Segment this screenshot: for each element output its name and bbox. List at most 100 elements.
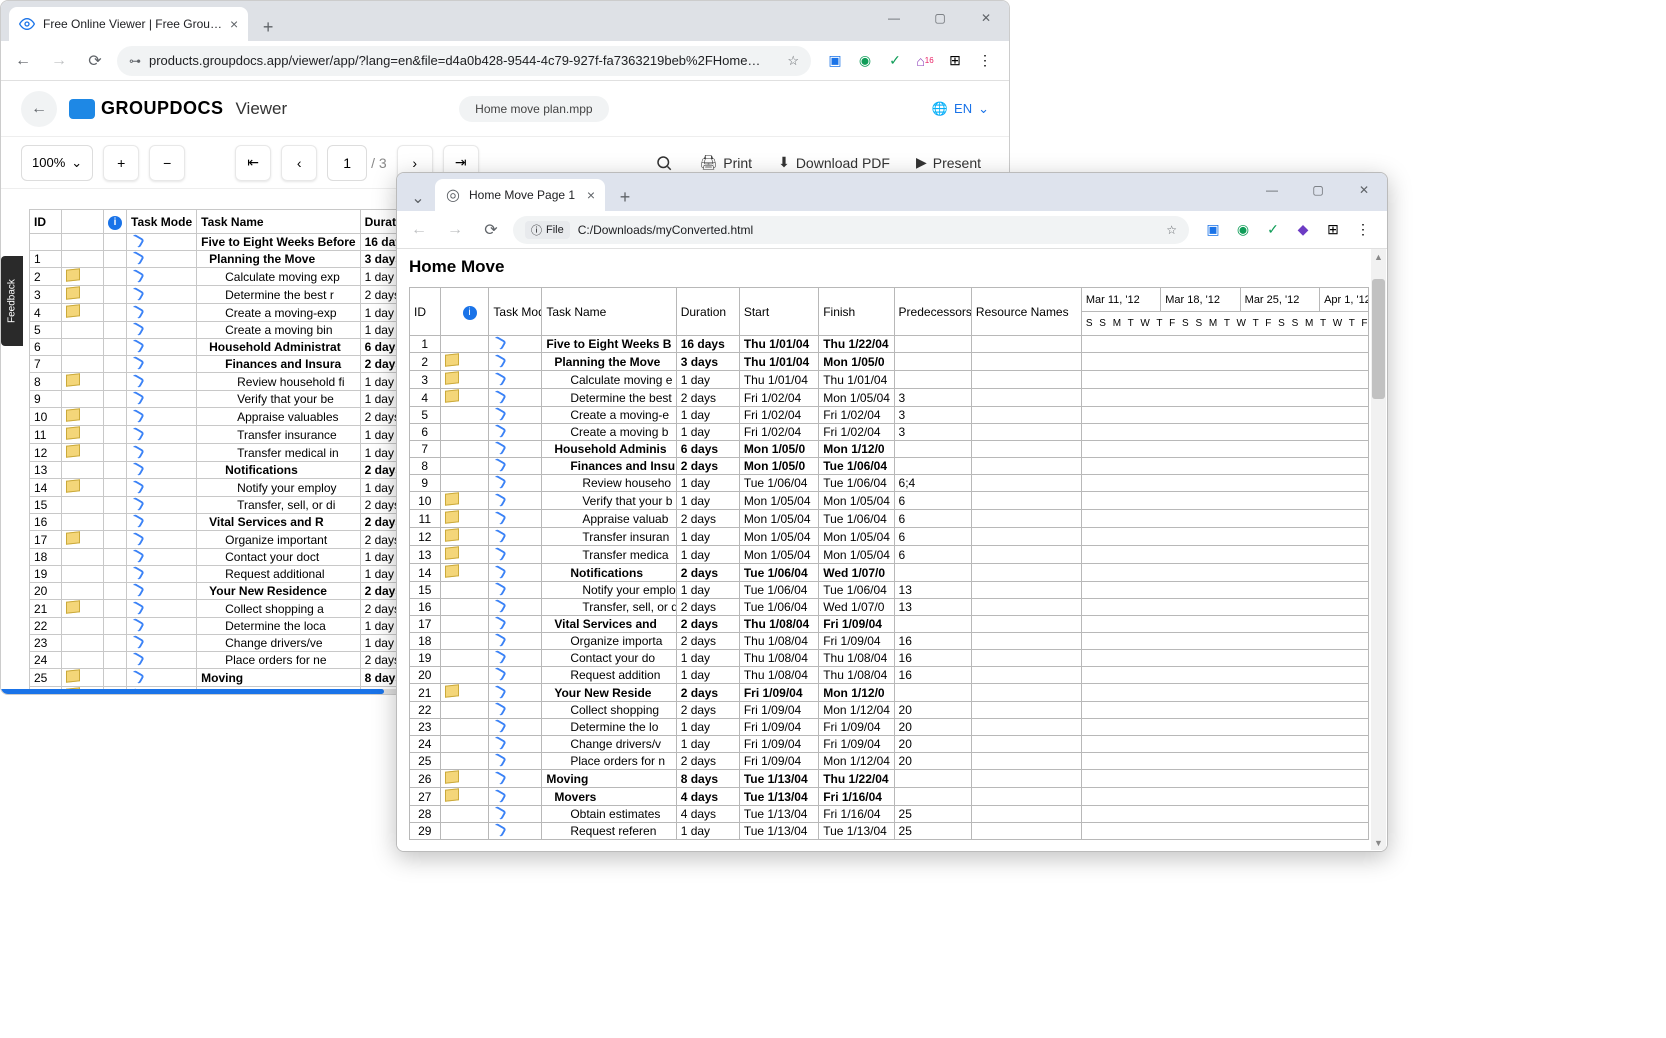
table-row[interactable]: 13Transfer medica1 dayMon 1/05/04Mon 1/0…	[410, 546, 1369, 564]
table-row[interactable]: 14Notifications2 daysTue 1/06/04Wed 1/07…	[410, 564, 1369, 582]
zoom-out-button[interactable]: −	[149, 145, 185, 181]
cell-finish: Fri 1/02/04	[819, 424, 894, 441]
site-info-icon[interactable]: ⊶	[129, 54, 141, 68]
cell-taskname: Review househo	[542, 475, 676, 492]
ext-icon[interactable]: ◉	[855, 51, 875, 71]
table-row[interactable]: 12Transfer insuran1 dayMon 1/05/04Mon 1/…	[410, 528, 1369, 546]
new-tab-button[interactable]: +	[611, 183, 639, 211]
cell-duration: 2 days	[676, 564, 739, 582]
close-icon[interactable]: ×	[230, 16, 238, 32]
bookmark-icon[interactable]: ☆	[787, 53, 799, 69]
file-origin-chip[interactable]: ⓘFile	[525, 221, 570, 239]
table-row[interactable]: 15Notify your emplo1 dayTue 1/06/04Tue 1…	[410, 582, 1369, 599]
window-minimize[interactable]: —	[1249, 173, 1295, 207]
ext-icon[interactable]: ✓	[1263, 220, 1283, 240]
table-row[interactable]: 19Contact your do1 dayThu 1/08/04Thu 1/0…	[410, 650, 1369, 667]
extensions-icon[interactable]: ⊞	[1323, 220, 1343, 240]
table-row[interactable]: 4Determine the best2 daysFri 1/02/04Mon …	[410, 389, 1369, 407]
bookmark-icon[interactable]: ☆	[1166, 223, 1177, 237]
table-row[interactable]: 1Five to Eight Weeks B16 daysThu 1/01/04…	[410, 336, 1369, 353]
tab-search-button[interactable]: ⌄	[405, 185, 431, 211]
first-page-button[interactable]: ⇤	[235, 145, 271, 181]
cell-start: Tue 1/13/04	[739, 770, 818, 788]
table-row[interactable]: 26Moving8 daysTue 1/13/04Thu 1/22/04	[410, 770, 1369, 788]
window-close[interactable]: ✕	[1341, 173, 1387, 207]
table-row[interactable]: 10Verify that your b1 dayMon 1/05/04Mon …	[410, 492, 1369, 510]
nav-back[interactable]: ←	[405, 216, 433, 244]
cell-taskname: Organize important	[197, 531, 360, 549]
scroll-down-icon[interactable]: ▼	[1371, 835, 1386, 850]
menu-icon[interactable]: ⋮	[975, 51, 995, 71]
scroll-thumb[interactable]	[1372, 279, 1385, 399]
cell-predecessors	[894, 616, 971, 633]
table-row[interactable]: 7Household Adminis6 daysMon 1/05/0Mon 1/…	[410, 441, 1369, 458]
page-input[interactable]: 1	[327, 145, 367, 181]
zoom-in-button[interactable]: +	[103, 145, 139, 181]
scrollbar-vertical[interactable]: ▲ ▼	[1371, 249, 1386, 850]
window-maximize[interactable]: ▢	[1295, 173, 1341, 207]
language-selector[interactable]: 🌐 EN ⌄	[932, 101, 989, 117]
cell-resource	[971, 650, 1081, 667]
table-row[interactable]: 28Obtain estimates4 daysTue 1/13/04Fri 1…	[410, 806, 1369, 823]
table-row[interactable]: 20Request addition1 dayThu 1/08/04Thu 1/…	[410, 667, 1369, 684]
ext-icon[interactable]: ◆	[1293, 220, 1313, 240]
table-row[interactable]: 3Calculate moving e1 dayThu 1/01/04Thu 1…	[410, 371, 1369, 389]
cell-indicator	[440, 458, 489, 475]
prev-page-button[interactable]: ‹	[281, 145, 317, 181]
nav-reload[interactable]: ⟳	[477, 216, 505, 244]
cell-predecessors: 25	[894, 806, 971, 823]
table-row[interactable]: 11Appraise valuab2 daysMon 1/05/04Tue 1/…	[410, 510, 1369, 528]
address-bar[interactable]: ⓘFile C:/Downloads/myConverted.html ☆	[513, 216, 1189, 244]
ext-icon[interactable]: ▣	[1203, 220, 1223, 240]
cell-duration: 3 days	[676, 353, 739, 371]
nav-back[interactable]: ←	[9, 47, 37, 75]
table-row[interactable]: 16Transfer, sell, or d2 daysTue 1/06/04W…	[410, 599, 1369, 616]
table-row[interactable]: 18Organize importa2 daysThu 1/08/04Fri 1…	[410, 633, 1369, 650]
table-row[interactable]: 6Create a moving b1 dayFri 1/02/04Fri 1/…	[410, 424, 1369, 441]
table-row[interactable]: 9Review househo1 dayTue 1/06/04Tue 1/06/…	[410, 475, 1369, 492]
cell-taskname: Obtain estimates	[542, 806, 676, 823]
feedback-tab[interactable]: Feedback	[1, 256, 23, 346]
browser-tab[interactable]: ◎ Home Move Page 1 ×	[435, 179, 605, 211]
nav-forward[interactable]: →	[45, 47, 73, 75]
app-back-button[interactable]: ←	[21, 91, 57, 127]
print-icon: 🖨	[700, 154, 718, 171]
groupdocs-logo[interactable]: GROUPDOCS Viewer	[69, 98, 287, 119]
cell-duration: 1 day	[676, 736, 739, 753]
table-row[interactable]: 17Vital Services and2 daysThu 1/08/04Fri…	[410, 616, 1369, 633]
cell-taskname: Notifications	[197, 462, 360, 479]
browser-tab[interactable]: Free Online Viewer | Free Grou… ×	[9, 7, 248, 41]
window-close[interactable]: ✕	[963, 1, 1009, 35]
window-minimize[interactable]: —	[871, 1, 917, 35]
page-content[interactable]: Home Move ID i Task Mode Task Name Durat…	[397, 249, 1387, 851]
table-row[interactable]: 25Place orders for n2 daysFri 1/09/04Mon…	[410, 753, 1369, 770]
menu-icon[interactable]: ⋮	[1353, 220, 1373, 240]
close-icon[interactable]: ×	[587, 187, 595, 203]
ext-icon[interactable]: ✓	[885, 51, 905, 71]
table-row[interactable]: 29Request referen1 dayTue 1/13/04Tue 1/1…	[410, 823, 1369, 840]
ext-icon[interactable]: ◉	[1233, 220, 1253, 240]
timeline-days: S S M T W T F S S M T W T F S S M T W T …	[1081, 312, 1368, 336]
nav-forward[interactable]: →	[441, 216, 469, 244]
table-row[interactable]: 27Movers4 daysTue 1/13/04Fri 1/16/04	[410, 788, 1369, 806]
cell-id: 17	[30, 531, 62, 549]
table-row[interactable]: 5Create a moving-e1 dayFri 1/02/04Fri 1/…	[410, 407, 1369, 424]
nav-reload[interactable]: ⟳	[81, 47, 109, 75]
new-tab-button[interactable]: +	[254, 13, 282, 41]
extensions-icon[interactable]: ⊞	[945, 51, 965, 71]
table-row[interactable]: 21Your New Reside2 daysFri 1/09/04Mon 1/…	[410, 684, 1369, 702]
zoom-selector[interactable]: 100% ⌄	[21, 145, 93, 181]
table-row[interactable]: 2Planning the Move3 daysThu 1/01/04Mon 1…	[410, 353, 1369, 371]
table-row[interactable]: 22Collect shopping2 daysFri 1/09/04Mon 1…	[410, 702, 1369, 719]
cell-id: 20	[410, 667, 441, 684]
ext-icon[interactable]: ▣	[825, 51, 845, 71]
scroll-up-icon[interactable]: ▲	[1371, 249, 1386, 264]
table-row[interactable]: 24Change drivers/v1 dayFri 1/09/04Fri 1/…	[410, 736, 1369, 753]
table-row[interactable]: 8Finances and Insu2 daysMon 1/05/0Tue 1/…	[410, 458, 1369, 475]
address-bar[interactable]: ⊶ products.groupdocs.app/viewer/app/?lan…	[117, 46, 811, 76]
ext-icon[interactable]: ⌂16	[915, 51, 935, 71]
cell-gantt	[1081, 684, 1368, 702]
window-maximize[interactable]: ▢	[917, 1, 963, 35]
table-row[interactable]: 23Determine the lo1 dayFri 1/09/04Fri 1/…	[410, 719, 1369, 736]
cell-id: 25	[410, 753, 441, 770]
